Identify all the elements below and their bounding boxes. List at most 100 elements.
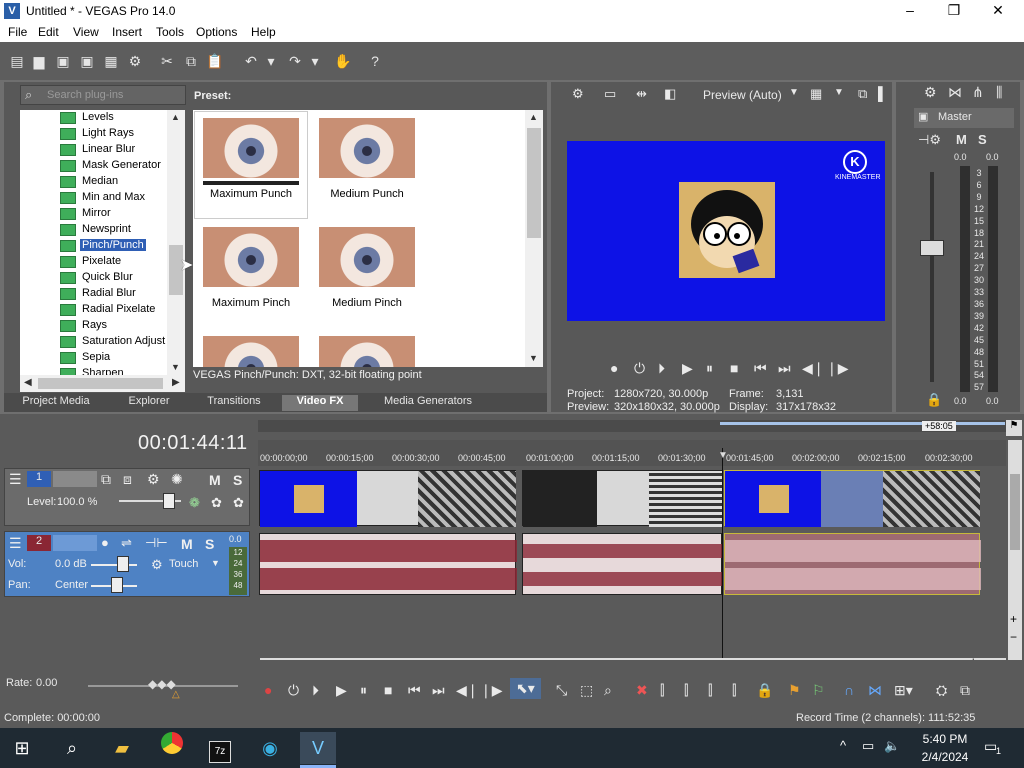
chevron-down-icon[interactable]: ▼ <box>834 87 844 98</box>
tab-transitions[interactable]: Transitions <box>194 395 274 411</box>
solo-button[interactable]: S <box>205 536 214 552</box>
scroll-down-icon[interactable]: ▼ <box>529 353 538 363</box>
save-icon[interactable]: ▣ <box>54 52 72 70</box>
level-slider[interactable] <box>163 493 175 509</box>
selection-tool-icon[interactable]: ⬚ <box>580 682 593 699</box>
insert-region-icon[interactable]: ⚐ <box>812 682 825 699</box>
track-name-field[interactable] <box>53 471 97 487</box>
scroll-thumb[interactable] <box>527 128 541 238</box>
volume-muted-icon[interactable]: 🔈 <box>884 738 900 754</box>
tab-video-fx[interactable]: Video FX <box>282 395 358 411</box>
composite-gear-icon[interactable]: ✺ <box>171 471 183 488</box>
tab-explorer[interactable]: Explorer <box>114 395 184 411</box>
menu-help[interactable]: Help <box>251 25 276 39</box>
envelope-tool-icon[interactable]: ⤡ <box>556 682 567 699</box>
network-icon[interactable]: ▭ <box>862 738 874 754</box>
menu-options[interactable]: Options <box>196 25 237 39</box>
loop-playback-icon[interactable]: ⏻ <box>288 682 299 699</box>
playhead[interactable] <box>722 448 723 658</box>
fx-icon[interactable]: ⊣⚙ <box>918 132 941 148</box>
pan-slider[interactable] <box>111 577 123 593</box>
open-icon[interactable]: ▆ <box>30 52 48 70</box>
preview-settings-gear-icon[interactable]: ⚙ <box>572 86 584 102</box>
plugin-search-input[interactable]: ⌕ Search plug-ins <box>20 85 186 105</box>
menu-file[interactable]: File <box>8 25 27 39</box>
mute-button[interactable]: M <box>209 472 221 488</box>
zoom-out-icon[interactable]: − <box>1010 630 1017 644</box>
lock-envelopes-icon[interactable]: ⛭ <box>936 682 947 699</box>
snapping-icon[interactable]: ∩ <box>844 682 854 698</box>
maximize-icon[interactable]: ❐ <box>944 2 964 19</box>
zoom-in-icon[interactable]: + <box>1010 612 1017 626</box>
record-icon[interactable]: ● <box>264 682 272 698</box>
tree-vertical-scrollbar[interactable]: ▲ ▼ <box>167 110 185 375</box>
ripple-edit-icon[interactable]: ⊞▾ <box>894 682 913 699</box>
play-icon[interactable]: ▶ <box>336 682 347 699</box>
go-to-end-icon[interactable]: ⏭ <box>778 360 791 377</box>
scroll-up-icon[interactable]: ▲ <box>171 112 180 122</box>
minimize-icon[interactable]: – <box>900 2 920 18</box>
cut-icon[interactable]: ✂ <box>158 52 176 70</box>
auto-crossfade-icon[interactable]: ⋈ <box>868 682 882 699</box>
tree-horizontal-scrollbar[interactable]: ◀ ▶ <box>20 375 185 392</box>
search-icon[interactable]: ⌕ <box>54 732 90 764</box>
windows-start-icon[interactable]: ⊞ <box>4 732 40 764</box>
new-icon[interactable]: ▤ <box>8 52 26 70</box>
record-icon[interactable]: ● <box>610 360 618 376</box>
plugin-tree[interactable]: Levels Light Rays Linear Blur Mask Gener… <box>20 110 185 375</box>
lock-icon[interactable]: 🔒 <box>756 682 773 699</box>
track-motion-icon[interactable]: ⧉ <box>101 471 111 488</box>
clock-date[interactable]: 2/4/2024 <box>918 750 972 764</box>
pause-icon[interactable]: ⏸ <box>360 682 367 699</box>
child-track-icon[interactable]: ✿ <box>233 495 244 511</box>
arm-record-icon[interactable]: ● <box>101 535 109 550</box>
presets-scrollbar[interactable]: ▲ ▼ <box>525 110 543 367</box>
preset-item[interactable]: Medium Pinch <box>311 221 423 327</box>
downmix-icon[interactable]: ⋈ <box>948 84 962 101</box>
next-frame-icon[interactable]: ❘▶ <box>826 360 849 377</box>
vol-slider[interactable] <box>117 556 129 572</box>
trim-start-icon[interactable]: ⫿ <box>684 682 688 699</box>
split-screen-icon[interactable]: ⇹ <box>636 86 647 102</box>
preset-item[interactable] <box>195 330 307 367</box>
mute-button[interactable]: M <box>956 132 967 147</box>
scroll-right-icon[interactable]: ▶ <box>172 377 180 388</box>
previous-frame-icon[interactable]: ◀❘ <box>456 682 479 699</box>
audio-clip[interactable] <box>724 533 981 595</box>
scroll-thumb[interactable] <box>38 378 163 389</box>
marker-flag-icon[interactable]: ⚑ <box>1006 420 1022 436</box>
bypass-motion-blur-icon[interactable]: ❁ <box>189 495 200 511</box>
go-to-start-icon[interactable]: ⏮ <box>754 360 767 377</box>
vegas-icon[interactable]: V <box>300 732 336 764</box>
preset-grid[interactable]: Maximum Punch Medium Punch Maximum Pinch… <box>193 110 543 367</box>
collapse-track-icon[interactable]: ☰ <box>9 471 22 488</box>
insert-marker-icon[interactable]: ⚑ <box>788 682 801 699</box>
split-icon[interactable]: ⫿ <box>732 682 736 699</box>
7zip-icon[interactable]: 7z <box>202 732 238 764</box>
dim-icon[interactable]: ⋔ <box>972 84 984 101</box>
next-frame-icon[interactable]: ❘▶ <box>480 682 503 699</box>
ignore-grouping-icon[interactable]: ⧉ <box>960 682 970 699</box>
timeline-vertical-scrollbar[interactable]: + − <box>1008 440 1022 660</box>
render-icon[interactable]: ▦ <box>102 52 120 70</box>
stop-icon[interactable]: ■ <box>730 360 738 376</box>
mixer-gear-icon[interactable]: ⚙ <box>924 84 937 101</box>
track-fx-icon[interactable]: ⧈ <box>123 471 132 488</box>
chrome-icon[interactable] <box>154 732 190 764</box>
stop-icon[interactable]: ■ <box>384 682 392 698</box>
help-icon[interactable]: ? <box>366 52 384 70</box>
scroll-up-icon[interactable]: ▲ <box>529 112 538 122</box>
tab-media-generators[interactable]: Media Generators <box>366 395 490 411</box>
go-to-start-icon[interactable]: ⏮ <box>408 682 421 699</box>
video-track-header[interactable]: ☰ 1 ⧉ ⧈ ⚙ ✺ M S Level: 100.0 % ❁ ✿ ✿ <box>4 468 250 526</box>
previous-frame-icon[interactable]: ◀❘ <box>802 360 825 377</box>
audio-clip[interactable] <box>259 533 517 595</box>
properties-gear-icon[interactable]: ⚙ <box>126 52 144 70</box>
grid-icon[interactable]: ▦ <box>810 86 822 102</box>
file-explorer-icon[interactable]: ▰ <box>104 732 140 764</box>
preset-item[interactable]: Maximum Pinch <box>195 221 307 327</box>
copy-icon[interactable]: ⧉ <box>182 52 200 70</box>
automation-gear-icon[interactable]: ⚙ <box>151 557 163 573</box>
scroll-left-icon[interactable]: ◀ <box>24 377 32 388</box>
mixer-settings-icon[interactable]: ⫼ <box>996 84 1002 101</box>
